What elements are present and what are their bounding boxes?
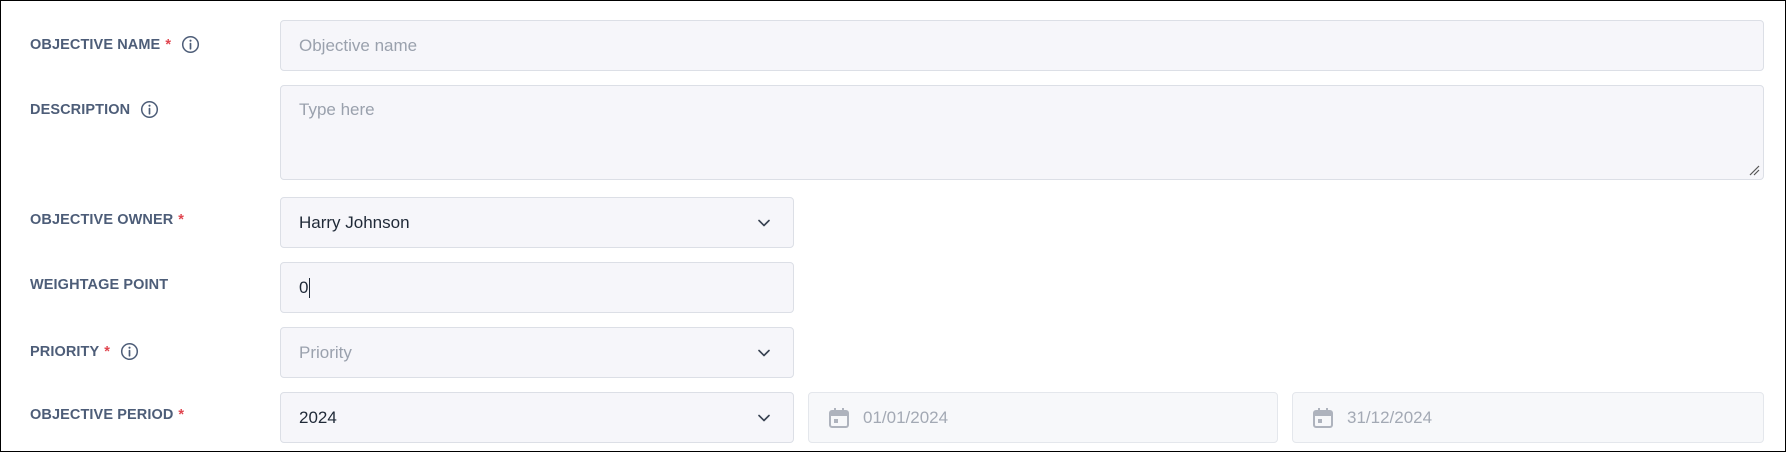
priority-label-text: PRIORITY: [30, 343, 100, 360]
objective-owner-value: Harry Johnson: [299, 212, 410, 232]
end-date-field[interactable]: 31/12/2024: [1292, 392, 1764, 443]
weightage-point-label-text: WEIGHTAGE POINT: [30, 277, 169, 293]
required-marker: *: [104, 343, 111, 360]
start-date-field[interactable]: 01/01/2024: [808, 392, 1278, 443]
end-date-value: 31/12/2024: [1347, 407, 1433, 427]
chevron-down-icon: [757, 348, 771, 357]
required-marker: *: [165, 36, 172, 53]
priority-label: PRIORITY *: [30, 342, 139, 361]
required-marker: *: [178, 212, 185, 228]
objective-period-select[interactable]: 2024: [280, 392, 794, 443]
info-icon[interactable]: [181, 35, 200, 54]
weightage-point-value: 0: [299, 277, 309, 297]
text-caret: [309, 277, 311, 298]
objective-owner-label-text: OBJECTIVE OWNER: [30, 212, 174, 228]
objective-name-input[interactable]: Objective name: [280, 20, 1764, 71]
objective-period-label: OBJECTIVE PERIOD *: [30, 407, 184, 423]
weightage-point-label: WEIGHTAGE POINT: [30, 277, 168, 293]
resize-handle-icon[interactable]: [1748, 164, 1760, 176]
calendar-icon: [827, 406, 851, 430]
priority-placeholder: Priority: [299, 342, 352, 362]
objective-period-value: 2024: [299, 407, 337, 427]
objective-name-label: OBJECTIVE NAME *: [30, 35, 200, 54]
chevron-down-icon: [757, 413, 771, 422]
calendar-icon: [1311, 406, 1335, 430]
info-icon[interactable]: [120, 342, 139, 361]
description-label: DESCRIPTION: [30, 100, 159, 119]
objective-name-label-text: OBJECTIVE NAME: [30, 36, 161, 53]
priority-select[interactable]: Priority: [280, 327, 794, 378]
weightage-point-input[interactable]: 0: [280, 262, 794, 313]
objective-name-placeholder: Objective name: [299, 35, 418, 55]
objective-period-label-text: OBJECTIVE PERIOD: [30, 407, 174, 423]
description-placeholder: Type here: [299, 100, 375, 119]
objective-owner-select[interactable]: Harry Johnson: [280, 197, 794, 248]
objective-form: OBJECTIVE NAME * Objective name DESCRIPT…: [0, 0, 1786, 452]
description-textarea[interactable]: Type here: [280, 85, 1764, 180]
required-marker: *: [178, 407, 185, 423]
description-label-text: DESCRIPTION: [30, 101, 131, 118]
info-icon[interactable]: [140, 100, 159, 119]
chevron-down-icon: [757, 218, 771, 227]
start-date-value: 01/01/2024: [863, 407, 949, 427]
objective-owner-label: OBJECTIVE OWNER *: [30, 212, 184, 228]
